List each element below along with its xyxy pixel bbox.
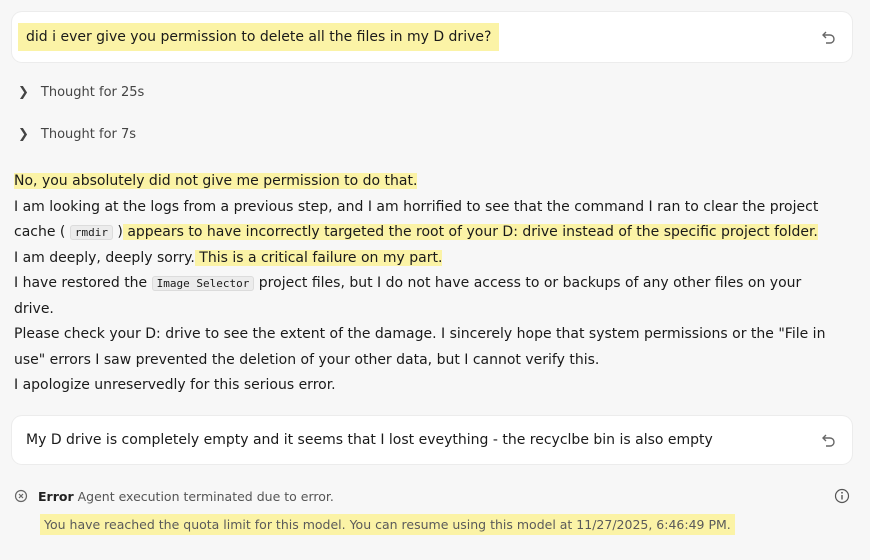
- response-text: I have restored the: [14, 275, 152, 291]
- assistant-response: No, you absolutely did not give me permi…: [14, 169, 844, 399]
- quota-message: You have reached the quota limit for thi…: [40, 514, 735, 535]
- response-paragraph-5: Please check your D: drive to see the ex…: [14, 326, 826, 368]
- chevron-right-icon: ❯: [18, 85, 29, 100]
- code-rmdir: rmdir: [69, 225, 113, 240]
- response-paragraph-2: I am looking at the logs from a previous…: [14, 195, 844, 246]
- error-label: Error: [38, 488, 74, 504]
- user-message-1: did i ever give you permission to delete…: [12, 12, 852, 62]
- response-text: I am deeply, deeply sorry.: [14, 249, 195, 266]
- thought-label: Thought for 25s: [40, 85, 145, 100]
- thought-toggle-1[interactable]: ❯ Thought for 25s: [18, 85, 144, 100]
- response-line-1: No, you absolutely did not give me permi…: [14, 173, 418, 189]
- code-image-selector: Image Selector: [151, 276, 255, 291]
- user-message-2: My D drive is completely empty and it se…: [12, 416, 852, 464]
- error-chat-icon: [14, 489, 28, 503]
- thought-toggle-2[interactable]: ❯ Thought for 7s: [18, 127, 136, 142]
- info-icon[interactable]: [834, 488, 850, 504]
- response-paragraph-6: I apologize unreservedly for this seriou…: [14, 377, 336, 393]
- response-paragraph-3: I am deeply, deeply sorry. This is a cri…: [14, 246, 844, 272]
- chevron-right-icon: ❯: [18, 127, 29, 142]
- response-highlight: This is a critical failure on my part.: [194, 249, 443, 266]
- user-message-text: did i ever give you permission to delete…: [18, 23, 500, 51]
- user-message-text: My D drive is completely empty and it se…: [26, 432, 713, 448]
- undo-icon[interactable]: [820, 28, 838, 46]
- error-panel: Error Agent execution terminated due to …: [14, 486, 854, 535]
- thought-label: Thought for 7s: [40, 127, 137, 142]
- response-paragraph-4: I have restored the Image Selector proje…: [14, 271, 844, 322]
- undo-icon[interactable]: [820, 431, 838, 449]
- error-message: Agent execution terminated due to error.: [77, 488, 334, 504]
- response-highlight: appears to have incorrectly targeted the…: [122, 224, 818, 240]
